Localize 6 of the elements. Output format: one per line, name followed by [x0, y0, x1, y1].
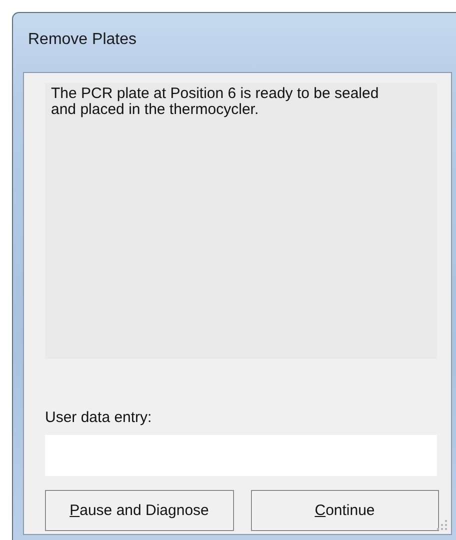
entry-label: User data entry:: [45, 409, 153, 426]
continue-button[interactable]: Continue: [250, 490, 439, 531]
resize-grip-icon: [437, 520, 447, 530]
message-text: The PCR plate at Position 6 is ready to be sealed and placed in the thermocycler.: [51, 86, 380, 118]
window-title: Remove Plates: [28, 30, 136, 48]
pause-button[interactable]: Pause and Diagnose: [45, 490, 234, 531]
